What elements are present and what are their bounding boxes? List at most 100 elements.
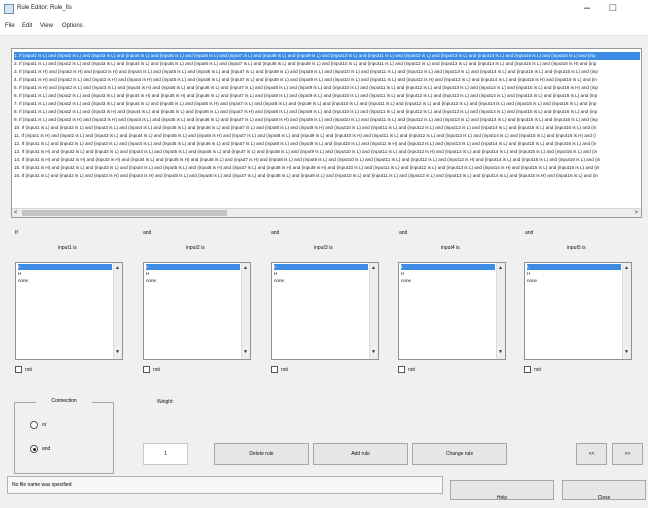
mf-option[interactable]: H (18, 271, 112, 277)
menu-edit[interactable]: Edit (22, 23, 32, 29)
listbox-scrollbar[interactable]: ▲ ▼ (369, 263, 378, 359)
rule-item[interactable]: 12. If (input1 is L) and (input2 is L) a… (14, 140, 640, 148)
scroll-down-icon[interactable]: ▼ (498, 349, 503, 355)
minimize-button[interactable]: – (575, 2, 599, 16)
not-label: not (281, 367, 288, 373)
rule-item[interactable]: 15. If (input1 is H) and (input2 is L) a… (14, 164, 640, 172)
scrollbar-thumb[interactable] (22, 210, 227, 216)
mf-option[interactable]: L (146, 264, 240, 270)
mf-option[interactable]: none (401, 278, 495, 284)
scroll-up-icon[interactable]: ▲ (624, 265, 629, 271)
or-label: or (42, 422, 47, 428)
and-label: and (271, 230, 280, 236)
mf-option[interactable]: none (18, 278, 112, 284)
input3-mf-listbox[interactable]: L H none ▲ ▼ (271, 262, 379, 360)
listbox-scrollbar[interactable]: ▲ ▼ (496, 263, 505, 359)
input4-not-checkbox[interactable] (398, 366, 405, 373)
connection-title: Connection (36, 398, 92, 404)
if-label: If (15, 230, 18, 236)
mf-option[interactable]: none (274, 278, 368, 284)
not-label: not (153, 367, 160, 373)
maximize-button[interactable]: □ (601, 2, 625, 16)
mf-option[interactable]: L (527, 264, 621, 270)
mf-option[interactable]: H (527, 271, 621, 277)
scroll-down-icon[interactable]: ▼ (371, 349, 376, 355)
mf-option[interactable]: H (146, 271, 240, 277)
mf-option[interactable]: H (401, 271, 495, 277)
and-label: and (399, 230, 408, 236)
rule-item[interactable]: 4. If (input1 is H) and (input2 is L) an… (14, 76, 640, 84)
rule-item[interactable]: 13. If (input1 is H) and (input2 is L) a… (14, 148, 640, 156)
mf-option[interactable]: L (18, 264, 112, 270)
rule-item[interactable]: 16. If (input1 is L) and (input2 is L) a… (14, 172, 640, 180)
delete-rule-button[interactable]: Delete rule (214, 443, 309, 465)
change-rule-button[interactable]: Change rule (412, 443, 507, 465)
menu-options[interactable]: Options (62, 23, 83, 29)
not-label: not (408, 367, 415, 373)
input5-label: input5 is (567, 245, 586, 251)
previous-button[interactable]: << (576, 443, 607, 465)
menu-file[interactable]: File (5, 23, 15, 29)
rule-item[interactable]: 1. If (input1 is L) and (input2 is L) an… (14, 52, 640, 60)
and-radio-label: and (42, 446, 51, 452)
help-button[interactable]: Help (450, 480, 554, 501)
close-button[interactable]: Close (562, 480, 646, 501)
next-button[interactable]: >> (612, 443, 643, 465)
add-rule-button[interactable]: Add rule (313, 443, 408, 465)
horizontal-scrollbar[interactable]: < > (12, 208, 641, 217)
mf-option[interactable]: L (274, 264, 368, 270)
scroll-down-icon[interactable]: ▼ (115, 349, 120, 355)
menu-bar: File Edit View Options (0, 19, 648, 36)
scroll-left-arrow-icon[interactable]: < (14, 209, 18, 217)
menu-view[interactable]: View (40, 23, 53, 29)
status-bar: No file name was specified (7, 476, 443, 494)
mf-option[interactable]: none (527, 278, 621, 284)
mf-option[interactable]: L (401, 264, 495, 270)
scroll-up-icon[interactable]: ▲ (498, 265, 503, 271)
input3-not-checkbox[interactable] (271, 366, 278, 373)
and-radio[interactable] (30, 445, 38, 453)
rule-item[interactable]: 2. If (input1 is L) and (input2 is L) an… (14, 60, 640, 68)
and-label: and (525, 230, 534, 236)
scroll-up-icon[interactable]: ▲ (371, 265, 376, 271)
input5-not-checkbox[interactable] (524, 366, 531, 373)
weight-label: Weight: (157, 399, 174, 405)
scroll-down-icon[interactable]: ▼ (624, 349, 629, 355)
listbox-scrollbar[interactable]: ▲ ▼ (113, 263, 122, 359)
mf-option[interactable]: H (274, 271, 368, 277)
scroll-right-arrow-icon[interactable]: > (634, 209, 638, 217)
rules-list[interactable]: 1. If (input1 is L) and (input2 is L) an… (11, 48, 642, 218)
weight-input[interactable]: 1 (143, 443, 188, 465)
rule-item[interactable]: 9. If (input1 is L) and (input2 is H) an… (14, 116, 640, 124)
close-label: Close (597, 495, 611, 501)
scroll-down-icon[interactable]: ▼ (243, 349, 248, 355)
rule-item[interactable]: 10. If (input1 is L) and (input2 is L) a… (14, 124, 640, 132)
listbox-scrollbar[interactable]: ▲ ▼ (622, 263, 631, 359)
rule-item[interactable]: 6. If (input1 is L) and (input2 is L) an… (14, 92, 640, 100)
rule-item[interactable]: 8. If (input1 is L) and (input2 is L) an… (14, 108, 640, 116)
input1-mf-listbox[interactable]: L H none ▲ ▼ (15, 262, 123, 360)
scroll-up-icon[interactable]: ▲ (115, 265, 120, 271)
input2-not-checkbox[interactable] (143, 366, 150, 373)
input2-mf-listbox[interactable]: L H none ▲ ▼ (143, 262, 251, 360)
scroll-up-icon[interactable]: ▲ (243, 265, 248, 271)
mf-option[interactable]: none (146, 278, 240, 284)
input1-not-checkbox[interactable] (15, 366, 22, 373)
rule-item[interactable]: 14. If (input1 is H) and (input2 is H) a… (14, 156, 640, 164)
not-label: not (534, 367, 541, 373)
input5-mf-listbox[interactable]: L H none ▲ ▼ (524, 262, 632, 360)
input1-label: input1 is (58, 245, 77, 251)
rule-item[interactable]: 7. If (input1 is L) and (input2 is L) an… (14, 100, 640, 108)
or-radio[interactable] (30, 421, 38, 429)
input2-label: input2 is (186, 245, 205, 251)
title-bar: Rule Editor: Rule_fis – □ (0, 0, 648, 19)
rule-item[interactable]: 11. If (input1 is H) and (input2 is L) a… (14, 132, 640, 140)
rule-item[interactable]: 3. If (input1 is H) and (input2 is H) an… (14, 68, 640, 76)
input4-mf-listbox[interactable]: L H none ▲ ▼ (398, 262, 506, 360)
listbox-scrollbar[interactable]: ▲ ▼ (241, 263, 250, 359)
input3-label: input3 is (314, 245, 333, 251)
rule-item[interactable]: 5. If (input1 is H) and (input2 is L) an… (14, 84, 640, 92)
app-icon (4, 4, 14, 14)
input4-label: input4 is (441, 245, 460, 251)
not-label: not (25, 367, 32, 373)
